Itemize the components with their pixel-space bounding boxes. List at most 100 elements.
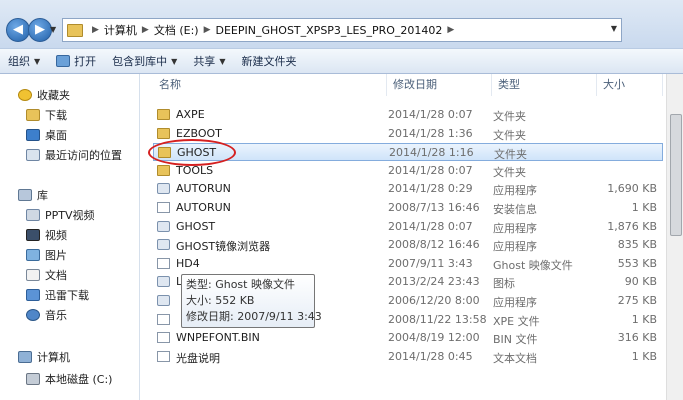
file-type: 安装信息 xyxy=(493,203,537,216)
file-row[interactable]: TOOLS 2014/1/28 0:07 文件夹 xyxy=(153,162,663,180)
sidebar-item-downloads[interactable]: 下载 xyxy=(26,106,67,124)
file-size: 553 KB xyxy=(617,256,657,270)
xpe-file-icon xyxy=(157,313,170,325)
sidebar-item-favorites[interactable]: 收藏夹 xyxy=(18,86,70,104)
scrollbar-thumb[interactable] xyxy=(670,114,682,236)
file-name: GHOST xyxy=(176,219,216,233)
organize-label: 组织 xyxy=(8,55,30,68)
sidebar-item-libraries[interactable]: 库 xyxy=(18,186,48,204)
file-type: XPE 文件 xyxy=(493,314,540,328)
include-in-library-button[interactable]: 包含到库中 ▼ xyxy=(104,50,185,72)
picture-icon xyxy=(26,249,40,261)
file-name: GHOST镜像浏览器 xyxy=(176,240,271,254)
sidebar-item-label: 最近访问的位置 xyxy=(45,149,122,162)
file-date: 2006/12/20 8:00 xyxy=(388,294,480,307)
file-size: 1 KB xyxy=(631,349,657,363)
sidebar-item-recent-places[interactable]: 最近访问的位置 xyxy=(26,146,122,164)
breadcrumb-drive-e[interactable]: 文档 (E:) xyxy=(154,22,199,38)
file-type: 文件夹 xyxy=(493,128,526,142)
sidebar-item-label: 音乐 xyxy=(45,309,67,322)
file-list-pane: 名称 修改日期 类型 大小 AXPE 2014/1/28 0:07 文件夹 EZBOO… xyxy=(141,74,683,400)
download-library-icon xyxy=(26,289,40,301)
column-header-date[interactable]: 修改日期 xyxy=(387,74,492,96)
sidebar-item-label: PPTV视频 xyxy=(45,209,95,222)
sidebar-item-music[interactable]: 音乐 xyxy=(26,306,67,324)
text-file-icon xyxy=(157,350,170,362)
open-button[interactable]: 打开 xyxy=(48,50,104,72)
sidebar-item-videos[interactable]: 视频 xyxy=(26,226,67,244)
file-date: 2014/1/28 0:29 xyxy=(388,182,473,196)
forward-arrow-icon[interactable]: ▶ xyxy=(28,18,52,42)
sidebar-item-pptv-video[interactable]: PPTV视频 xyxy=(26,206,95,224)
file-row[interactable]: WNPEFONT.BIN 2004/8/19 12:00 BIN 文件 316 KB xyxy=(153,329,663,347)
organize-button[interactable]: 组织 ▼ xyxy=(0,50,48,72)
recent-pages-dropdown-icon[interactable]: ▼ xyxy=(50,25,56,34)
file-row[interactable]: GHOST镜像浏览器 2008/8/12 16:46 应用程序 835 KB xyxy=(153,236,663,254)
breadcrumb-current-folder[interactable]: DEEPIN_GHOST_XPSP3_LES_PRO_201402 xyxy=(216,24,443,37)
drive-icon xyxy=(26,373,40,385)
column-header-name[interactable]: 名称 xyxy=(153,74,387,96)
file-size: 1 KB xyxy=(631,312,657,326)
sidebar-item-label: 下载 xyxy=(45,109,67,122)
sidebar-item-label: 文档 xyxy=(45,269,67,282)
breadcrumb-separator-icon[interactable]: ▶ xyxy=(204,25,211,35)
video-icon xyxy=(26,229,40,241)
sidebar-item-thunder-downloads[interactable]: 迅雷下载 xyxy=(26,286,89,304)
vertical-scrollbar[interactable] xyxy=(666,74,683,400)
file-date: 2008/7/13 16:46 xyxy=(388,201,480,214)
download-folder-icon xyxy=(26,109,40,121)
file-type: 文件夹 xyxy=(493,110,526,123)
file-row[interactable]: 光盘说明 2014/1/28 0:45 文本文档 1 KB xyxy=(153,348,663,366)
file-row[interactable]: EZBOOT 2014/1/28 1:36 文件夹 xyxy=(153,125,663,143)
file-date: 2014/1/28 1:36 xyxy=(388,126,473,140)
file-date: 2007/9/11 3:43 xyxy=(388,256,473,270)
file-type: 应用程序 xyxy=(493,240,537,254)
file-row[interactable]: AXPE 2014/1/28 0:07 文件夹 xyxy=(153,106,663,124)
breadcrumb-separator-icon[interactable]: ▶ xyxy=(447,25,454,35)
sidebar-item-label: 桌面 xyxy=(45,129,67,142)
new-folder-label: 新建文件夹 xyxy=(241,55,297,68)
file-name: WNPEFONT.BIN xyxy=(176,331,260,345)
file-size: 275 KB xyxy=(617,294,657,307)
sidebar-item-computer[interactable]: 计算机 xyxy=(18,348,70,366)
breadcrumb-separator-icon[interactable]: ▶ xyxy=(92,25,99,35)
sidebar-item-label: 迅雷下载 xyxy=(45,289,89,302)
sidebar-item-local-disk-c[interactable]: 本地磁盘 (C:) xyxy=(26,370,112,388)
tooltip-date: 修改日期: 2007/9/11 3:43 xyxy=(186,310,322,323)
folder-icon xyxy=(157,127,170,139)
column-header-type[interactable]: 类型 xyxy=(492,74,597,96)
column-header-size[interactable]: 大小 xyxy=(597,74,663,96)
folder-icon xyxy=(157,109,170,120)
sidebar-item-desktop[interactable]: 桌面 xyxy=(26,126,67,144)
file-name: AUTORUN xyxy=(176,182,231,196)
share-button[interactable]: 共享 ▼ xyxy=(185,50,233,72)
share-label: 共享 xyxy=(193,55,216,68)
file-date: 2004/8/19 12:00 xyxy=(388,331,480,345)
autorun-app-icon xyxy=(157,183,170,195)
sidebar-item-documents[interactable]: 文档 xyxy=(26,266,67,284)
breadcrumb-computer[interactable]: 计算机 xyxy=(104,22,137,38)
file-row[interactable]: GHOST 2014/1/28 0:07 应用程序 1,876 KB xyxy=(153,218,663,236)
include-label: 包含到库中 xyxy=(112,55,168,68)
back-arrow-icon[interactable]: ◀ xyxy=(6,18,30,42)
address-bar[interactable]: ▶ 计算机 ▶ 文档 (E:) ▶ DEEPIN_GHOST_XPSP3_LES… xyxy=(62,18,622,42)
file-date: 2014/1/28 0:07 xyxy=(388,219,473,233)
address-dropdown-icon[interactable]: ▼ xyxy=(611,24,617,33)
breadcrumb-separator-icon[interactable]: ▶ xyxy=(142,25,149,35)
file-name: 光盘说明 xyxy=(176,351,220,365)
setup-info-icon xyxy=(157,202,170,213)
tooltip-type: 类型: Ghost 映像文件 xyxy=(186,278,295,291)
sidebar-item-label: 视频 xyxy=(45,229,67,242)
new-folder-button[interactable]: 新建文件夹 xyxy=(233,50,304,72)
file-size: 1,876 KB xyxy=(607,219,657,233)
file-type: Ghost 映像文件 xyxy=(493,258,573,272)
sidebar-item-pictures[interactable]: 图片 xyxy=(26,246,67,264)
ghost-app-icon xyxy=(157,220,170,232)
file-info-tooltip: 类型: Ghost 映像文件 大小: 552 KB 修改日期: 2007/9/1… xyxy=(181,274,322,328)
file-date: 2014/1/28 0:07 xyxy=(388,163,473,177)
file-type: 文本文档 xyxy=(493,351,537,365)
file-row[interactable]: HD4 2007/9/11 3:43 Ghost 映像文件 553 KB xyxy=(153,255,663,273)
file-row[interactable]: AUTORUN 2008/7/13 16:46 安装信息 1 KB xyxy=(153,199,663,217)
file-row[interactable]: AUTORUN 2014/1/28 0:29 应用程序 1,690 KB xyxy=(153,180,663,198)
file-type: BIN 文件 xyxy=(493,333,538,347)
